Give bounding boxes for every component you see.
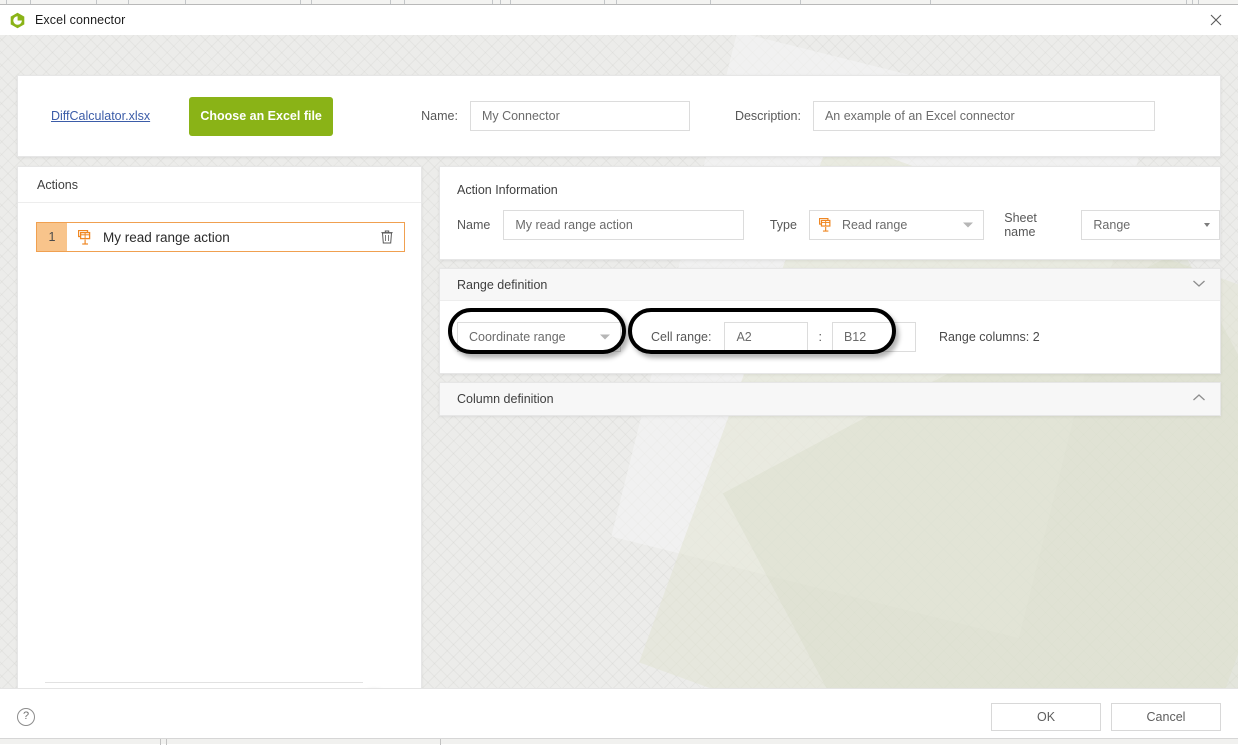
chevron-down-icon[interactable]	[1192, 279, 1206, 291]
sheet-name-select[interactable]: Range	[1081, 210, 1220, 240]
range-definition-panel: Range definition Coordinate range Cell r…	[439, 268, 1221, 374]
action-name-label: Name	[457, 218, 490, 232]
help-icon[interactable]: ?	[17, 708, 35, 726]
column-definition-header[interactable]: Column definition	[440, 383, 1220, 415]
read-range-icon	[819, 218, 834, 232]
actions-panel-header: Actions	[18, 167, 421, 203]
connector-name-label: Name:	[421, 109, 458, 123]
connector-description-input[interactable]	[813, 101, 1155, 131]
action-type-value: Read range	[842, 218, 907, 232]
range-columns-text: Range columns: 2	[939, 330, 1040, 344]
ok-button[interactable]: OK	[991, 703, 1101, 731]
cancel-button[interactable]: Cancel	[1111, 703, 1221, 731]
range-mode-select[interactable]: Coordinate range	[457, 322, 621, 352]
actions-divider	[45, 682, 363, 683]
action-type-select[interactable]: Read range	[809, 210, 984, 240]
actions-panel: Actions 1 My read range a	[17, 166, 422, 688]
action-information-panel: Action Information Name Type	[439, 166, 1221, 260]
dialog-body: DiffCalculator.xlsx Choose an Excel file…	[0, 35, 1238, 688]
list-item[interactable]: 1 My read range action	[36, 222, 405, 252]
excel-connector-dialog: Excel connector DiffCalculator.xlsx Choo…	[0, 5, 1238, 744]
chevron-down-icon	[600, 335, 610, 340]
actions-list: 1 My read range action	[18, 203, 421, 688]
range-definition-title: Range definition	[457, 278, 547, 292]
excel-connector-logo-icon	[9, 12, 26, 29]
cell-range-to-input[interactable]	[832, 322, 916, 352]
read-range-icon	[67, 223, 94, 251]
connector-name-input[interactable]	[470, 101, 690, 131]
column-definition-title: Column definition	[457, 392, 554, 406]
cell-range-separator: :	[818, 330, 821, 344]
cell-range-label: Cell range:	[651, 330, 711, 344]
sheet-name-value: Range	[1093, 218, 1130, 232]
action-type-label: Type	[770, 218, 797, 232]
action-name-input[interactable]	[503, 210, 744, 240]
action-details-pane: Action Information Name Type	[439, 166, 1221, 424]
close-icon[interactable]	[1193, 5, 1238, 35]
sheet-name-label: Sheet name	[1004, 211, 1069, 239]
dialog-footer: ? OK Cancel	[0, 688, 1238, 744]
range-definition-fields: Coordinate range Cell range: : Range col…	[440, 301, 1220, 373]
connector-header-card: DiffCalculator.xlsx Choose an Excel file…	[17, 75, 1221, 157]
chevron-down-icon	[1204, 223, 1210, 227]
trash-icon[interactable]	[370, 223, 404, 251]
range-definition-header[interactable]: Range definition	[440, 269, 1220, 301]
choose-excel-file-button[interactable]: Choose an Excel file	[189, 97, 333, 136]
chevron-up-icon[interactable]	[1192, 393, 1206, 405]
taskbar-strip	[0, 738, 1238, 744]
chevron-down-icon	[963, 223, 973, 228]
cell-range-from-input[interactable]	[724, 322, 808, 352]
range-mode-value: Coordinate range	[469, 330, 566, 344]
column-definition-panel: Column definition	[439, 382, 1221, 416]
action-information-title: Action Information	[440, 167, 1220, 197]
action-index-badge: 1	[37, 223, 67, 251]
window-title: Excel connector	[35, 13, 125, 27]
title-bar: Excel connector	[0, 5, 1238, 35]
action-information-fields: Name Type	[440, 197, 1220, 259]
connector-description-label: Description:	[735, 109, 801, 123]
excel-file-link[interactable]: DiffCalculator.xlsx	[51, 109, 150, 123]
footer-buttons: OK Cancel	[991, 703, 1221, 731]
action-label: My read range action	[94, 223, 370, 251]
